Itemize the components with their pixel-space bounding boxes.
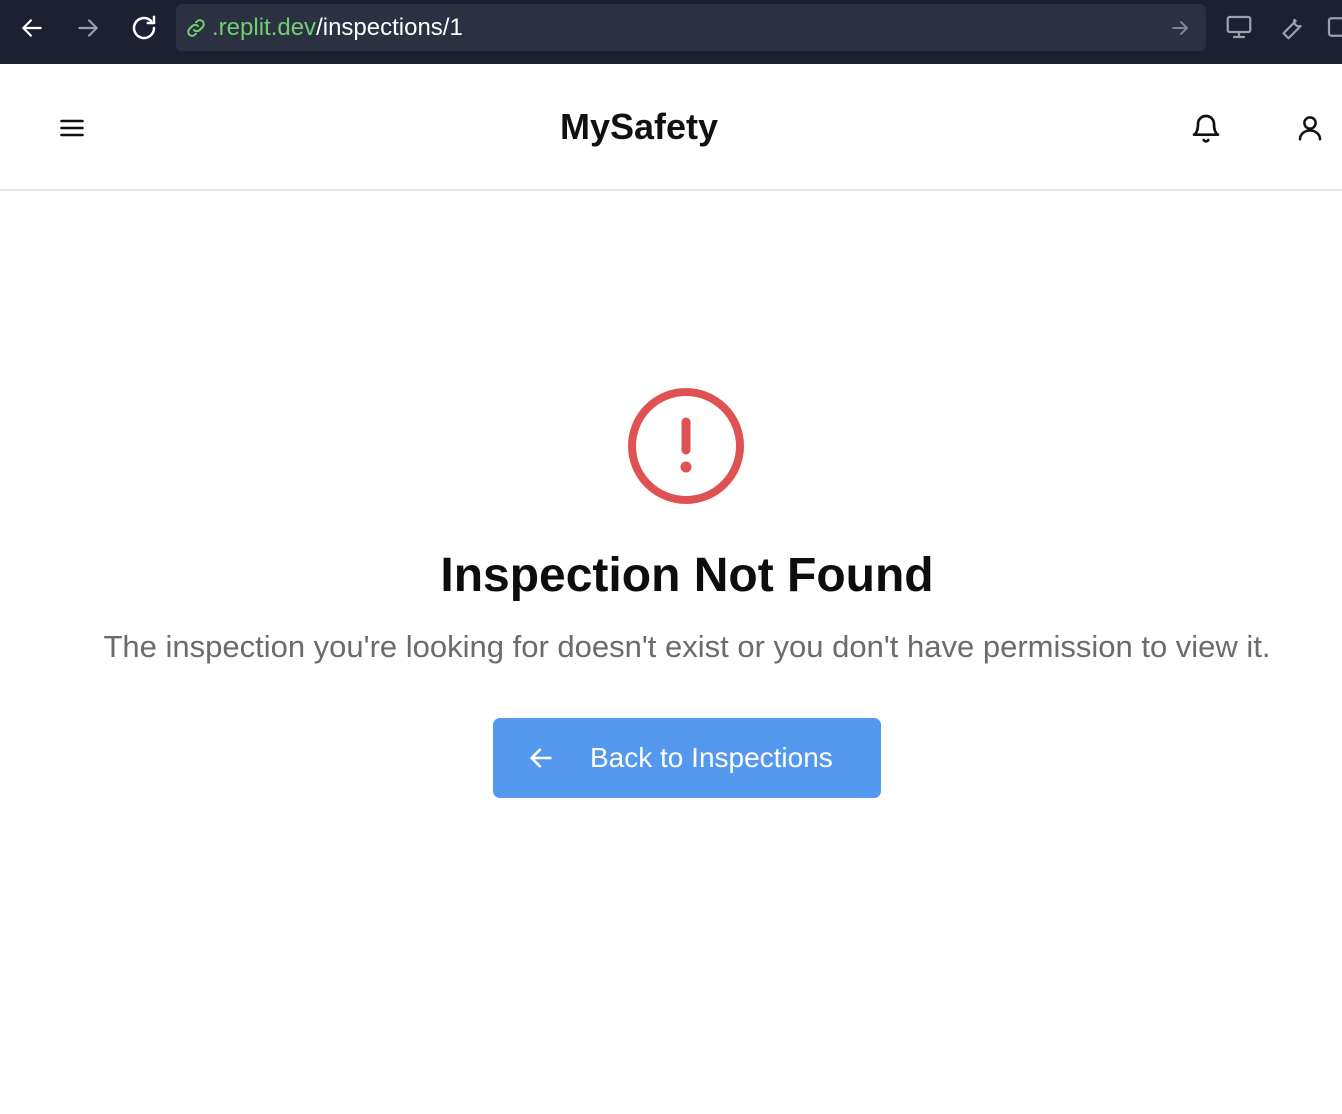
back-arrow-icon[interactable] [14,10,50,46]
user-icon[interactable] [1290,108,1330,148]
url-path: /inspections/1 [316,14,463,41]
error-title: Inspection Not Found [440,549,934,602]
forward-arrow-icon[interactable] [70,10,106,46]
app-title: MySafety [559,106,719,147]
new-window-icon[interactable] [1322,10,1342,44]
error-message: The inspection you're looking for doesn'… [103,629,1271,664]
browser-toolbar: .replit.dev/inspections/1 [0,0,1342,64]
monitor-icon[interactable] [1222,10,1256,44]
back-to-inspections-button[interactable]: Back to Inspections [493,718,881,798]
url-domain: .replit.dev [212,14,317,41]
link-icon [187,19,205,37]
url-bar[interactable]: .replit.dev/inspections/1 [176,4,1206,51]
arrow-left-icon [530,748,552,768]
wrench-icon[interactable] [1274,10,1308,44]
app-header: MySafety [0,64,1342,191]
back-button-label: Back to Inspections [590,742,833,773]
bell-icon[interactable] [1186,108,1226,148]
url-text[interactable]: .replit.dev/inspections/1 [212,14,463,42]
go-arrow-icon[interactable] [1168,16,1192,40]
reload-icon[interactable] [126,10,162,46]
alert-circle-icon [628,388,744,504]
